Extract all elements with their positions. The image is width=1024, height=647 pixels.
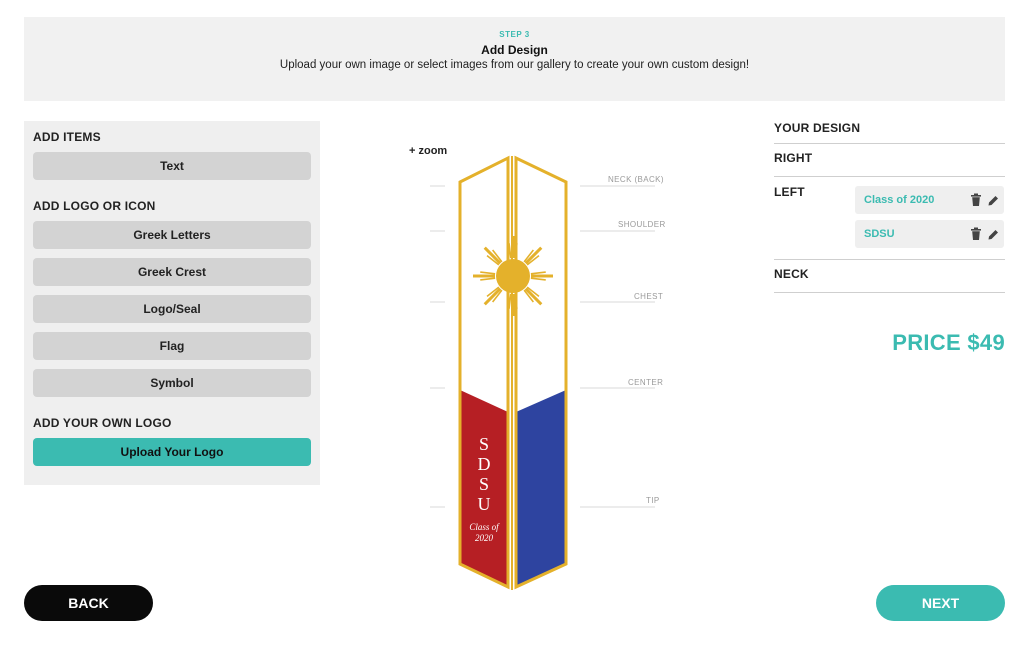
design-options-panel: ADD ITEMS Text ADD LOGO OR ICON Greek Le… (24, 121, 320, 485)
neck-section-label[interactable]: NECK (774, 267, 809, 281)
guide-labels: NECK (BACK) SHOULDER CHEST CENTER TIP (608, 175, 666, 505)
stole-subtext-1: Class of (469, 522, 500, 532)
stole-letter-1: S (479, 434, 489, 454)
add-own-logo-title: ADD YOUR OWN LOGO (33, 416, 172, 430)
right-section-label[interactable]: RIGHT (774, 151, 812, 165)
stole-letter-3: S (479, 474, 489, 494)
add-items-title: ADD ITEMS (33, 130, 101, 144)
add-logo-title: ADD LOGO OR ICON (33, 199, 156, 213)
divider (774, 143, 1005, 144)
trash-icon[interactable] (970, 227, 982, 241)
step-header: STEP 3 Add Design Upload your own image … (24, 17, 1005, 101)
stole-letter-2: D (478, 454, 491, 474)
design-item-class-of-2020[interactable]: Class of 2020 (855, 186, 1004, 214)
step-title: Add Design (481, 43, 548, 57)
logo-seal-button[interactable]: Logo/Seal (33, 295, 311, 323)
guide-neck-back: NECK (BACK) (608, 175, 664, 184)
divider (774, 259, 1005, 260)
left-section-label[interactable]: LEFT (774, 185, 805, 199)
stole-preview: NECK (BACK) SHOULDER CHEST CENTER TIP S … (430, 155, 666, 590)
pencil-icon[interactable] (987, 193, 999, 207)
greek-crest-button[interactable]: Greek Crest (33, 258, 311, 286)
step-subtitle: Upload your own image or select images f… (279, 59, 750, 71)
flag-button[interactable]: Flag (33, 332, 311, 360)
trash-icon[interactable] (970, 193, 982, 207)
price-label: PRICE $49 (892, 330, 1005, 355)
guide-center: CENTER (628, 378, 663, 387)
guide-shoulder: SHOULDER (618, 220, 666, 229)
design-item-sdsu[interactable]: SDSU (855, 220, 1004, 248)
pencil-icon[interactable] (987, 227, 999, 241)
upload-logo-button[interactable]: Upload Your Logo (33, 438, 311, 466)
design-item-label: Class of 2020 (864, 194, 935, 206)
text-button[interactable]: Text (33, 152, 311, 180)
guide-tip: TIP (646, 496, 660, 505)
back-button[interactable]: BACK (24, 585, 153, 621)
stole-right-panel (514, 155, 568, 590)
divider (774, 176, 1005, 177)
guide-chest: CHEST (634, 292, 663, 301)
greek-letters-button[interactable]: Greek Letters (33, 221, 311, 249)
symbol-button[interactable]: Symbol (33, 369, 311, 397)
stole-letter-4: U (478, 494, 491, 514)
design-item-label: SDSU (864, 228, 895, 240)
stole-subtext-2: 2020 (475, 533, 494, 543)
step-label: STEP 3 (499, 30, 530, 39)
divider (774, 292, 1005, 293)
next-button[interactable]: NEXT (876, 585, 1005, 621)
sun-emblem (473, 236, 553, 316)
your-design-title: YOUR DESIGN (774, 121, 861, 135)
